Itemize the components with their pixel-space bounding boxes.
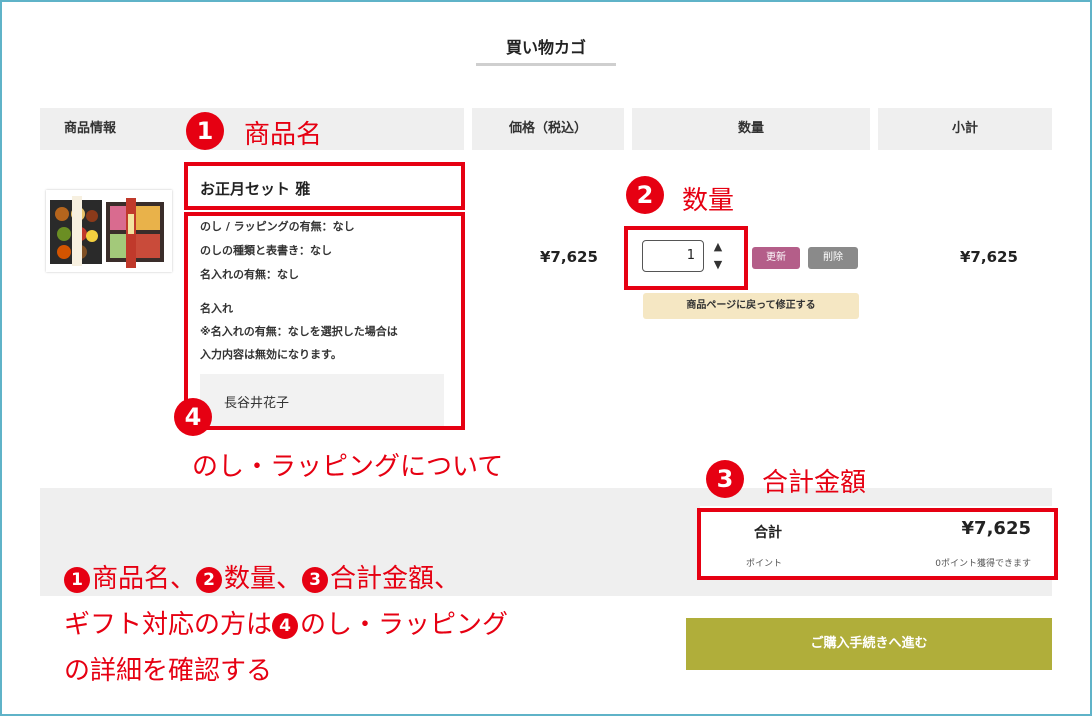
note-text-5: のし・ラッピング <box>300 610 509 640</box>
note-text-1: 商品名、 <box>92 564 197 594</box>
page-title: 買い物カゴ <box>505 38 586 57</box>
instruction-line-1: 1 商品名、 2 数量、 3 合計金額、 <box>64 558 460 595</box>
checkout-button[interactable]: ご購入手続きへ進む <box>686 618 1052 670</box>
header-subtotal: 小計 <box>878 108 1052 150</box>
note-text-2: 数量、 <box>224 564 303 594</box>
update-button[interactable]: 更新 <box>752 247 800 269</box>
header-price: 価格（税込） <box>472 108 624 150</box>
note-text-3: 合計金額、 <box>330 564 461 594</box>
product-image[interactable] <box>46 190 172 272</box>
note-badge-2: 2 <box>196 567 223 593</box>
annotation-label-1: 商品名 <box>244 120 323 150</box>
note-text-4: ギフト対応の方は <box>64 610 273 640</box>
highlight-product-name <box>184 162 465 210</box>
instruction-line-3: の詳細を確認する <box>64 656 273 686</box>
title-underline <box>476 63 616 66</box>
delete-button[interactable]: 削除 <box>808 247 858 269</box>
instruction-line-2: ギフト対応の方は 4 のし・ラッピング <box>64 604 508 641</box>
annotation-label-4: のし・ラッピングについて <box>192 452 504 482</box>
annotation-label-3: 合計金額 <box>762 468 867 498</box>
note-badge-4: 4 <box>272 613 299 639</box>
item-price: ¥7,625 <box>540 248 598 266</box>
item-subtotal: ¥7,625 <box>960 248 1018 266</box>
highlight-total <box>697 508 1058 580</box>
return-to-product-button[interactable]: 商品ページに戻って修正する <box>643 293 859 319</box>
header-quantity: 数量 <box>632 108 870 150</box>
annotation-badge-4: 4 <box>174 398 212 436</box>
note-badge-3: 3 <box>302 567 329 593</box>
annotation-label-2: 数量 <box>682 186 735 216</box>
annotation-badge-3: 3 <box>706 460 744 498</box>
highlight-quantity <box>624 226 748 290</box>
annotation-badge-2: 2 <box>626 176 664 214</box>
annotation-badge-1: 1 <box>186 112 224 150</box>
note-badge-1: 1 <box>64 567 90 593</box>
highlight-wrapping <box>184 212 465 430</box>
